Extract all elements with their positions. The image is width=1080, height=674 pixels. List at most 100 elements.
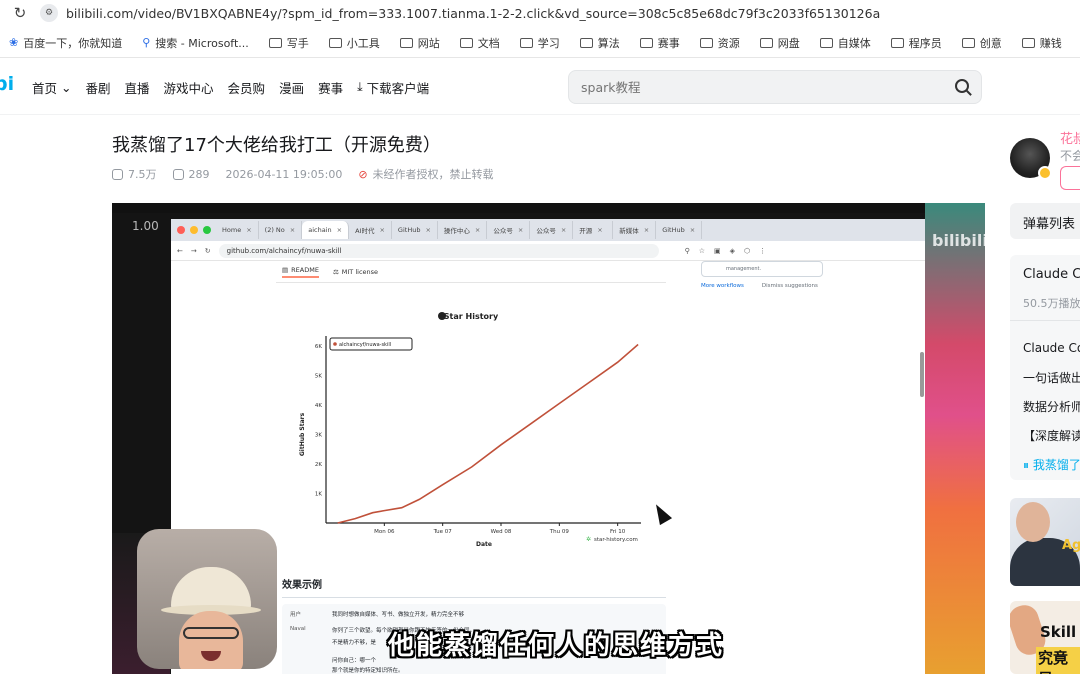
bookmark-item[interactable]: 创意: [953, 35, 1013, 51]
collection-item[interactable]: 一句话做出: [1023, 369, 1080, 386]
folder-icon: [1021, 37, 1035, 48]
nav-item-0[interactable]: 首页 ⌄: [32, 78, 80, 97]
bookmark-item[interactable]: ⚲ 搜索 - Microsoft...: [133, 35, 260, 51]
recorded-tab: GitHub ×: [656, 221, 703, 239]
chart-attribution: star-history.com: [594, 537, 638, 543]
series-line: [337, 343, 639, 524]
reload-icon[interactable]: ↻: [0, 4, 40, 22]
collection-title[interactable]: Claude Co: [1023, 267, 1080, 282]
recorded-tab: 公众号 ×: [487, 221, 531, 239]
thumbnail-text-skill: Skill: [1040, 623, 1077, 641]
forbidden-icon: ⊘: [358, 167, 368, 181]
nav-item-3[interactable]: 游戏中心: [164, 78, 222, 97]
bookmark-item[interactable]: 赚钱: [1013, 35, 1073, 51]
forward-icon: →: [190, 246, 197, 255]
recorded-tab: (2) No ×: [259, 221, 303, 239]
workflow-links: More workflows Dismiss suggestions: [701, 283, 818, 289]
view-count: 7.5万: [112, 166, 157, 182]
chart-title: Star History: [444, 312, 499, 321]
recorded-address-bar: ← → ↻ github.com/alchaincyf/nuwa-skill ⚲…: [171, 241, 925, 261]
management-card: management.: [701, 261, 823, 277]
paw-icon: ❀: [9, 36, 19, 49]
recommended-video-thumbnail-2[interactable]: Skill 究竟是: [1010, 601, 1080, 674]
tab-close-icon: ×: [474, 226, 481, 234]
tab-close-icon: ×: [379, 226, 385, 234]
nav-item-1[interactable]: 番剧: [86, 78, 119, 97]
follow-button[interactable]: [1060, 166, 1080, 190]
bookmark-item[interactable]: 赛事: [631, 35, 691, 51]
maximize-dot: [203, 226, 211, 234]
nav-item-4[interactable]: 会员购: [228, 78, 274, 97]
tab-close-icon: ×: [289, 226, 296, 234]
legend-swatch: [333, 342, 337, 346]
x-tick-label: Tue 07: [433, 529, 453, 535]
danmaku-icon: [172, 168, 184, 180]
bookmark-item[interactable]: 算法: [571, 35, 631, 51]
recorded-tab: aichain ×: [302, 221, 350, 239]
recommended-video-thumbnail[interactable]: Ag: [1010, 498, 1080, 586]
search-icon: ⚲: [142, 36, 151, 49]
folder-icon: [961, 37, 975, 48]
bookmark-item[interactable]: 文档: [451, 35, 511, 51]
folder-icon: [579, 37, 593, 48]
folder-icon: [699, 37, 713, 48]
bookmark-item[interactable]: 资源: [691, 35, 751, 51]
folder-icon: [519, 37, 533, 48]
uploader-avatar-wrap[interactable]: [1010, 138, 1052, 180]
bookmark-item[interactable]: 写手: [260, 35, 320, 51]
y-axis-label: GitHub Stars: [299, 412, 306, 456]
tab-close-icon: ×: [246, 226, 252, 234]
search-box[interactable]: [568, 70, 982, 104]
bookmark-item[interactable]: 网站: [391, 35, 451, 51]
bilibili-logo[interactable]: bili: [0, 75, 14, 99]
uploader-avatar[interactable]: [1010, 138, 1052, 180]
search-input[interactable]: [569, 79, 929, 95]
recorded-tab: 新媒体 ×: [613, 221, 657, 239]
site-info-icon[interactable]: ⚙: [40, 4, 58, 22]
search-icon[interactable]: [955, 79, 969, 93]
bookmark-item[interactable]: ❀ 百度一下，你就知道: [0, 35, 133, 51]
demo-title: 效果示例: [282, 576, 666, 598]
recorded-tab-strip: Home × (2) No × aichain × AI时代 × GitHub × 操作中心 × 公众号…: [171, 219, 925, 241]
bookmark-item[interactable]: 网盘: [751, 35, 811, 51]
y-tick-label: 6K: [315, 344, 322, 350]
collection-item[interactable]: 【深度解读: [1023, 427, 1080, 444]
recorded-browser-window: Home × (2) No × aichain × AI时代 × GitHub × 操作中心 × 公众号…: [171, 219, 925, 674]
collection-item[interactable]: Claude Co: [1023, 341, 1080, 355]
y-tick-label: 3K: [315, 433, 322, 439]
bookmark-item[interactable]: 破解: [1073, 35, 1080, 51]
minimize-dot: [190, 226, 198, 234]
x-tick-label: Fri 10: [610, 529, 626, 535]
uploader-description: 不会: [1060, 149, 1080, 163]
demo-row: 问你自己：哪一个: [332, 658, 377, 664]
bookmark-item[interactable]: 程序员: [882, 35, 953, 51]
recorded-scrollbar: [920, 352, 924, 397]
tab-close-icon: ×: [689, 226, 696, 234]
nav-item-6[interactable]: 赛事: [318, 78, 351, 97]
bookmarks-bar: ❀ 百度一下，你就知道 ⚲ 搜索 - Microsoft... 写手 小工具 网站 文档 学习算…: [0, 28, 1080, 58]
refresh-icon: ↻: [204, 246, 211, 255]
collection-item[interactable]: ⏸ 我蒸馏了: [1023, 456, 1080, 473]
publish-date: 2026-04-11 19:05:00: [225, 167, 343, 181]
legend-label: alchaincyf/nuwa-skill: [339, 342, 391, 348]
danmaku-list-toggle[interactable]: 弹幕列表: [1010, 203, 1080, 239]
uploader-name[interactable]: 花叔: [1060, 128, 1080, 147]
folder-icon: [459, 37, 473, 48]
bilibili-watermark: bilibili: [932, 231, 985, 250]
collection-item[interactable]: 数据分析师: [1023, 398, 1080, 415]
bookmark-item[interactable]: 学习: [511, 35, 571, 51]
back-icon: ←: [177, 246, 183, 255]
recorded-tab: Home ×: [216, 221, 259, 239]
video-collection: Claude Co 50.5万播放 Claude Co 一句话做出数据分析师【深度…: [1010, 255, 1080, 480]
url-field[interactable]: ⚙ bilibili.com/video/BV1BXQABNE4y/?spm_i…: [40, 4, 880, 22]
readme-header: ▤ README ⚖ MIT license: [276, 261, 666, 283]
thumbnail-text: Ag: [1062, 538, 1080, 553]
license-tab: ⚖ MIT license: [332, 267, 379, 276]
tab-close-icon: ×: [597, 226, 603, 234]
nav-item-5[interactable]: 漫画: [279, 78, 312, 97]
nav-item-2[interactable]: 直播: [125, 78, 158, 97]
bookmark-item[interactable]: 小工具: [320, 35, 391, 51]
bookmark-item[interactable]: 自媒体: [811, 35, 882, 51]
video-player[interactable]: 1.00 bilibili Home × (2) No × aichain × AI时代 × G…: [112, 203, 985, 674]
nav-item-7[interactable]: ⤓ 下载客户端: [357, 78, 437, 97]
